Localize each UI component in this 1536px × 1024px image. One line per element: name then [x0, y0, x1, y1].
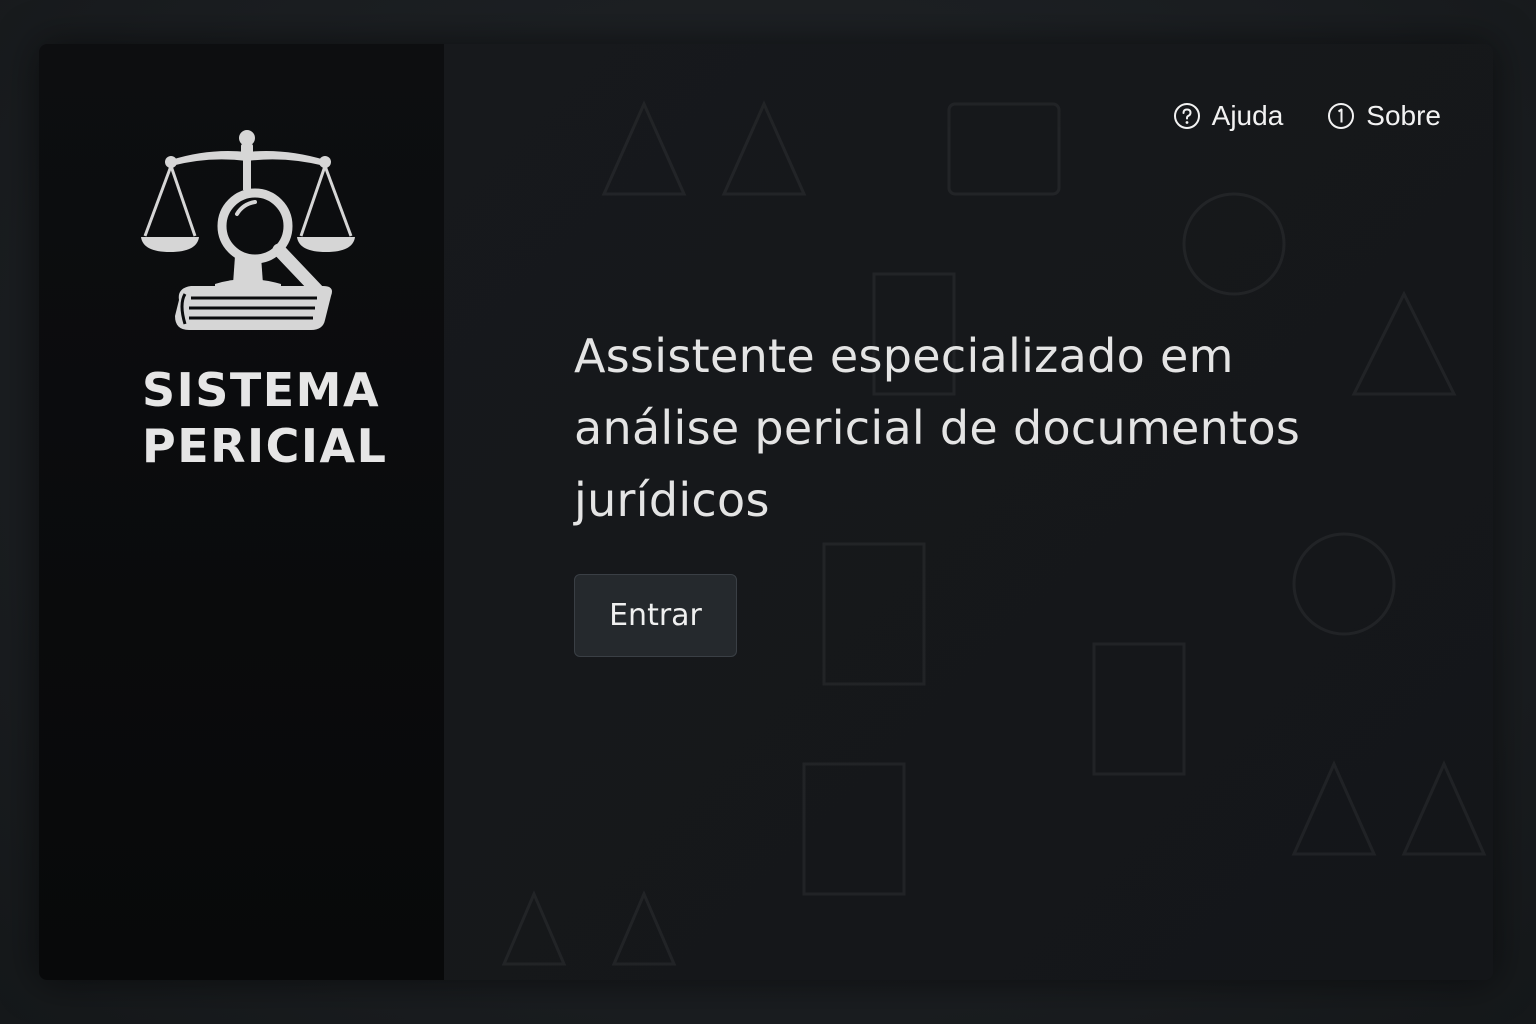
brand-line-2: PERICIAL [142, 419, 388, 473]
help-link[interactable]: Ajuda [1173, 100, 1284, 132]
sidebar: SISTEMA PERICIAL [39, 44, 444, 980]
about-link-label: Sobre [1366, 100, 1441, 131]
help-circle-icon [1173, 103, 1200, 129]
app-window: SISTEMA PERICIAL Ajuda Sobre Assistente … [39, 44, 1493, 980]
enter-button[interactable]: Entrar [574, 574, 737, 657]
brand-line-1: SISTEMA [142, 363, 381, 417]
help-link-label: Ajuda [1211, 100, 1284, 131]
top-nav: Ajuda Sobre [1173, 100, 1441, 132]
about-link[interactable]: Sobre [1327, 100, 1441, 132]
scales-magnifier-book-icon [141, 130, 355, 330]
main-panel: Ajuda Sobre Assistente especializado em … [444, 44, 1493, 980]
hero-headline: Assistente especializado em análise peri… [574, 329, 1301, 527]
info-circle-icon [1328, 103, 1355, 129]
brand-title: SISTEMA PERICIAL [142, 362, 422, 474]
